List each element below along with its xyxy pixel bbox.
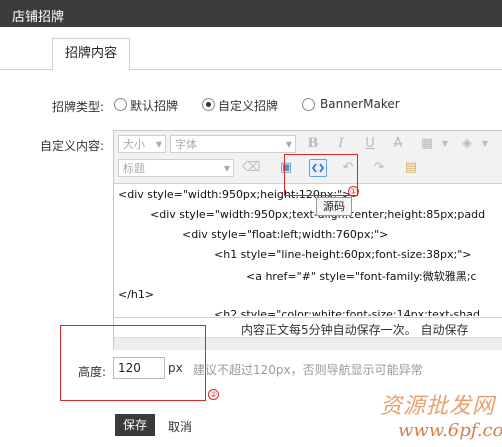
radio-custom[interactable] (202, 98, 215, 111)
chevron-down-icon[interactable]: ▼ (476, 135, 494, 153)
chevron-down-icon[interactable]: ▼ (436, 135, 454, 153)
heading-select-value: 标题 (123, 162, 145, 175)
strikethrough-icon[interactable]: A (389, 135, 407, 153)
tab-row: 招牌内容 (0, 38, 502, 71)
radio-custom-label[interactable]: 自定义招牌 (218, 97, 278, 114)
height-unit: px (168, 361, 183, 375)
height-hint: 建议不超过120px，否则导航显示可能异常 (193, 363, 423, 377)
heading-select[interactable]: 标题 ▼ (118, 159, 234, 177)
annotation-marker-2: ② (208, 389, 219, 400)
height-label: 高度: (78, 365, 107, 379)
radio-bannermaker[interactable] (302, 98, 315, 111)
source-tooltip: 源码 (316, 197, 352, 216)
cancel-button[interactable]: 取消 (168, 418, 192, 435)
height-input[interactable]: 120 (113, 357, 165, 379)
chevron-down-icon: ▼ (155, 140, 162, 149)
template-icon[interactable]: ▤ (402, 159, 420, 177)
table-icon[interactable]: ▦ (418, 135, 436, 153)
font-size-select-value: 大小 (123, 138, 145, 151)
watermark-url: www.6pf.com (398, 420, 502, 441)
annotation-marker-1: ① (348, 186, 359, 197)
source-code-area[interactable]: <div style="width:950px;height:120px;"> … (114, 184, 502, 316)
radio-default-label[interactable]: 默认招牌 (130, 97, 178, 114)
code-line: <div style="float:left;width:760px;"> (182, 228, 389, 241)
window-title: 店铺招牌 (12, 10, 65, 25)
chevron-down-icon: ▼ (223, 164, 230, 173)
code-line: </h1> (118, 288, 155, 301)
title-bar: 店铺招牌 (0, 0, 502, 27)
code-line: <h2 style="color:white;font-size:14px;te… (214, 308, 480, 316)
watermark-title: 资源批发网 (380, 394, 496, 419)
italic-icon[interactable]: I (332, 135, 350, 153)
chevron-down-icon: ▼ (285, 140, 292, 149)
autosave-notice: 内容正文每5分钟自动保存一次。 自动保存 (241, 323, 469, 337)
font-family-select[interactable]: 字体 ▼ (170, 135, 296, 153)
annotation-box-1 (284, 154, 358, 196)
radio-default[interactable] (114, 98, 127, 111)
redo-icon[interactable]: ↷ (370, 159, 388, 177)
code-line: <h1 style="line-height:60px;font-size:38… (214, 248, 472, 261)
font-size-select[interactable]: 大小 ▼ (118, 135, 166, 153)
font-family-select-value: 字体 (175, 138, 197, 151)
tab-signboard-content[interactable]: 招牌内容 (52, 38, 130, 71)
clear-format-icon[interactable]: ⌫ (242, 159, 260, 177)
code-line: <a href="#" style="font-family:微软雅黑;c (246, 270, 477, 283)
bold-icon[interactable]: B (304, 135, 322, 153)
content-label: 自定义内容: (40, 139, 105, 153)
fill-color-icon[interactable]: ◈ (458, 135, 476, 153)
save-button[interactable]: 保存 (115, 414, 155, 436)
type-label: 招牌类型: (52, 100, 105, 114)
radio-bannermaker-label[interactable]: BannerMaker (320, 97, 400, 111)
underline-icon[interactable]: U (361, 135, 379, 153)
